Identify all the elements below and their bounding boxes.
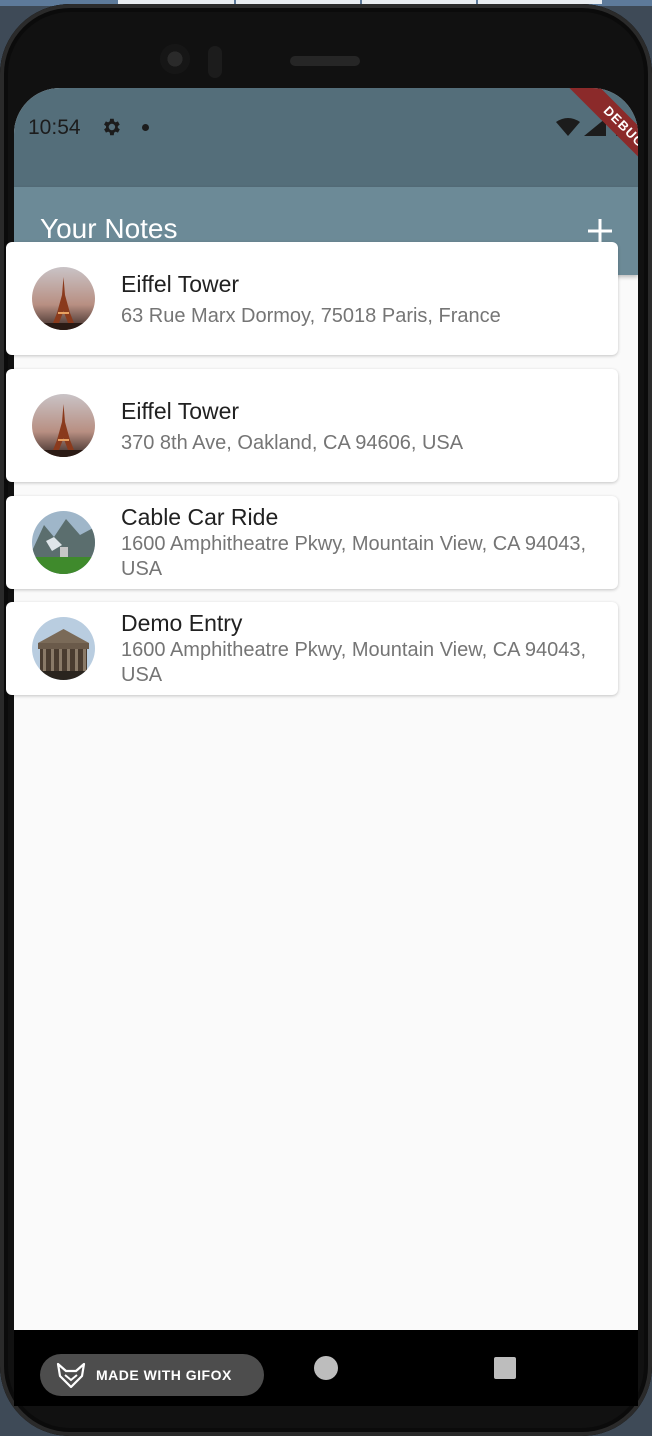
status-bar: 10:54 DEBUG — [14, 88, 638, 187]
home-button[interactable] — [314, 1356, 338, 1380]
plus-icon — [588, 219, 612, 243]
note-card[interactable]: Eiffel Tower 63 Rue Marx Dormoy, 75018 P… — [6, 242, 618, 355]
eiffel-tower-thumbnail — [32, 267, 95, 330]
note-address: 1600 Amphitheatre Pkwy, Mountain View, C… — [121, 639, 587, 686]
note-title: Cable Car Ride — [121, 504, 279, 530]
page-title: Your Notes — [40, 213, 178, 244]
watermark-text: MADE WITH GIFOX — [96, 1367, 232, 1383]
note-address: 370 8th Ave, Oakland, CA 94606, USA — [121, 432, 464, 454]
pantheon-thumbnail — [32, 617, 95, 680]
status-time: 10:54 — [28, 116, 81, 139]
eiffel-tower-thumbnail — [32, 394, 95, 457]
sensor — [208, 46, 222, 78]
note-title: Eiffel Tower — [121, 398, 240, 424]
cable-car-thumbnail — [32, 511, 95, 574]
notification-dot-icon — [142, 124, 149, 131]
note-title: Demo Entry — [121, 610, 243, 636]
note-card[interactable]: Demo Entry 1600 Amphitheatre Pkwy, Mount… — [6, 602, 618, 695]
earpiece-speaker — [290, 56, 360, 66]
notes-list: Eiffel Tower 63 Rue Marx Dormoy, 75018 P… — [6, 242, 618, 708]
recent-apps-button[interactable] — [494, 1357, 516, 1379]
settings-icon — [104, 118, 120, 136]
note-card[interactable]: Cable Car Ride 1600 Amphitheatre Pkwy, M… — [6, 496, 618, 589]
note-card[interactable]: Eiffel Tower 370 8th Ave, Oakland, CA 94… — [6, 369, 618, 482]
note-title: Eiffel Tower — [121, 271, 240, 297]
fox-logo-icon — [56, 1362, 86, 1388]
front-camera — [160, 44, 190, 74]
gifox-watermark: MADE WITH GIFOX — [40, 1354, 264, 1396]
note-address: 63 Rue Marx Dormoy, 75018 Paris, France — [121, 305, 501, 327]
note-address: 1600 Amphitheatre Pkwy, Mountain View, C… — [121, 533, 587, 580]
